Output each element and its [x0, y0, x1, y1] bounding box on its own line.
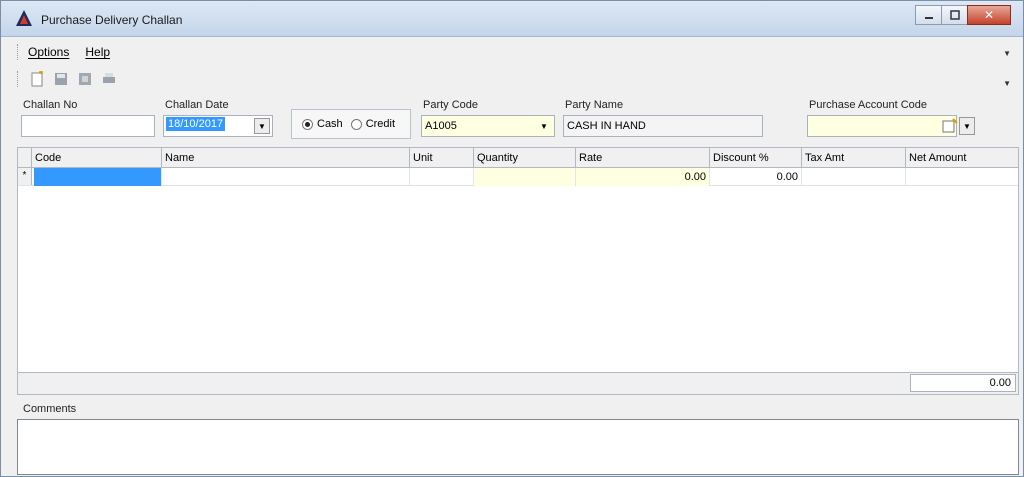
chevron-down-icon: ▼ [540, 121, 548, 131]
toolbar-grip [17, 71, 20, 87]
col-header-tax-amt[interactable]: Tax Amt [802, 148, 906, 168]
menu-grip [17, 44, 20, 60]
save-icon [55, 73, 67, 85]
col-header-net-amount[interactable]: Net Amount [906, 148, 1018, 168]
menu-bar: Options Help [17, 41, 126, 63]
challan-date-dropdown-button[interactable]: ▼ [254, 118, 270, 134]
challan-no-label: Challan No [23, 99, 78, 111]
col-header-unit[interactable]: Unit [410, 148, 474, 168]
credit-label: Credit [365, 118, 396, 130]
purchase-account-dropdown-button[interactable]: ▼ [959, 117, 975, 135]
party-code-value: A1005 [425, 120, 457, 132]
cell-code[interactable] [34, 168, 162, 186]
party-name-label: Party Name [565, 99, 624, 111]
party-code-combo[interactable]: A1005 ▼ [421, 115, 555, 137]
comments-label: Comments [23, 403, 77, 415]
col-header-discount[interactable]: Discount % [710, 148, 802, 168]
party-name-field: CASH IN HAND [563, 115, 763, 137]
col-header-rate[interactable]: Rate [576, 148, 710, 168]
menu-help[interactable]: Help [85, 45, 110, 59]
purchase-delivery-challan-window: Purchase Delivery Challan ✕ Options Help… [0, 0, 1024, 477]
menu-overflow-chevron-icon[interactable]: ▼ [1003, 49, 1011, 58]
radio-selected-dot [305, 121, 310, 127]
cell-name[interactable] [162, 168, 410, 186]
cell-net-amount[interactable] [906, 168, 1018, 186]
maximize-button[interactable] [941, 5, 968, 25]
new-account-icon[interactable] [941, 118, 959, 134]
challan-date-picker[interactable]: 18/10/2017 ▼ [163, 115, 273, 137]
row-header-corner [18, 148, 32, 168]
delete-icon [79, 73, 91, 85]
challan-date-value: 18/10/2017 [166, 117, 226, 131]
col-header-code[interactable]: Code [32, 148, 162, 168]
col-header-quantity[interactable]: Quantity [474, 148, 576, 168]
party-code-dropdown-button[interactable]: ▼ [536, 118, 552, 134]
new-icon [31, 71, 43, 87]
title-bar[interactable]: Purchase Delivery Challan ✕ [1, 1, 1023, 37]
delete-button[interactable] [76, 70, 94, 88]
save-button[interactable] [52, 70, 70, 88]
cash-radio[interactable] [302, 118, 313, 130]
app-logo-icon [16, 10, 32, 26]
print-icon [103, 73, 115, 83]
table-row[interactable]: 0.00 0.00 [18, 168, 1018, 186]
cell-unit[interactable] [410, 168, 474, 186]
chevron-down-icon: ▼ [963, 121, 971, 131]
net-total-value: 0.00 [910, 374, 1016, 392]
cash-label: Cash [317, 118, 343, 130]
party-code-label: Party Code [423, 99, 479, 111]
maximize-icon [949, 10, 960, 20]
cell-discount[interactable]: 0.00 [710, 168, 802, 186]
grid-header-row: Code Name Unit Quantity Rate Discount % … [18, 148, 1018, 168]
print-button[interactable] [100, 70, 118, 88]
cell-rate[interactable]: 0.00 [576, 168, 710, 186]
col-header-name[interactable]: Name [162, 148, 410, 168]
cell-quantity[interactable] [474, 168, 576, 186]
payment-type-group: Cash Credit [291, 109, 411, 139]
purchase-account-actions: ▼ [933, 115, 975, 137]
challan-date-label: Challan Date [165, 99, 229, 111]
minimize-icon [924, 17, 933, 19]
close-icon: ✕ [983, 8, 995, 22]
credit-radio[interactable] [350, 118, 362, 130]
purchase-account-code-label: Purchase Account Code [809, 99, 928, 111]
comments-textarea[interactable] [17, 419, 1019, 475]
cell-tax-amt[interactable] [802, 168, 906, 186]
toolbar-overflow-chevron-icon[interactable]: ▼ [1003, 79, 1011, 88]
window-title: Purchase Delivery Challan [41, 13, 183, 27]
totals-bar: 0.00 [17, 373, 1019, 395]
close-button[interactable]: ✕ [967, 5, 1011, 25]
new-button[interactable] [28, 70, 46, 88]
challan-no-input[interactable] [21, 115, 155, 137]
minimize-button[interactable] [915, 5, 942, 25]
menu-options[interactable]: Options [28, 45, 69, 59]
toolbar [17, 67, 124, 91]
window-controls: ✕ [915, 5, 1011, 25]
items-grid[interactable]: Code Name Unit Quantity Rate Discount % … [17, 147, 1019, 373]
chevron-down-icon: ▼ [258, 121, 266, 131]
